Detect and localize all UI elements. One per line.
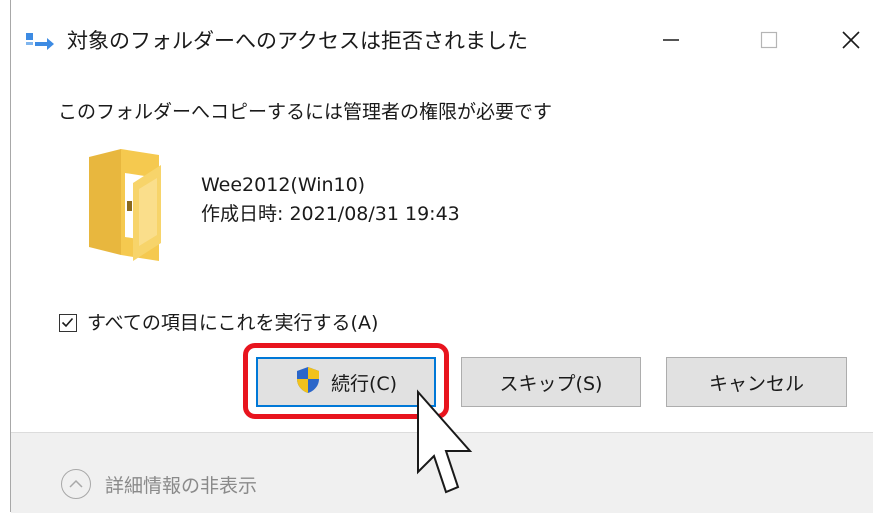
close-icon: [842, 31, 860, 49]
hide-details-label: 詳細情報の非表示: [105, 474, 258, 497]
item-name: Wee2012(Win10): [201, 174, 366, 196]
maximize-icon: [760, 31, 778, 49]
cancel-button[interactable]: キャンセル: [666, 357, 847, 407]
cancel-button-label: キャンセル: [708, 372, 804, 395]
maximize-button[interactable]: [744, 18, 794, 62]
copy-transfer-icon: [25, 30, 55, 52]
checkmark-icon: [61, 317, 74, 328]
apply-to-all-checkbox[interactable]: [59, 314, 77, 332]
close-button[interactable]: [826, 18, 873, 62]
uac-shield-icon: [295, 366, 321, 399]
apply-to-all-label: すべての項目にこれを実行する(A): [87, 312, 379, 334]
chevron-up-icon[interactable]: [61, 469, 91, 499]
access-denied-dialog: 対象のフォルダーへのアクセスは拒否されました このフォルダーへコピーするには管理…: [10, 0, 873, 513]
dialog-heading: このフォルダーへコピーするには管理者の権限が必要です: [58, 101, 553, 123]
skip-button-label: スキップ(S): [499, 372, 603, 395]
dialog-footer: 詳細情報の非表示: [11, 432, 873, 513]
minimize-icon: [663, 39, 679, 41]
minimize-button[interactable]: [646, 18, 696, 62]
continue-button[interactable]: 続行(C): [256, 357, 436, 407]
hide-details-toggle[interactable]: 詳細情報の非表示: [61, 469, 257, 499]
continue-button-label: 続行(C): [330, 372, 398, 395]
skip-button[interactable]: スキップ(S): [461, 357, 641, 407]
window-title: 対象のフォルダーへのアクセスは拒否されました: [67, 29, 528, 53]
title-bar: 対象のフォルダーへのアクセスは拒否されました: [11, 0, 873, 86]
apply-to-all-checkbox-row[interactable]: すべての項目にこれを実行する(A): [59, 308, 378, 338]
folder-icon: [81, 143, 181, 265]
item-created-date: 作成日時: 2021/08/31 19:43: [201, 203, 460, 225]
